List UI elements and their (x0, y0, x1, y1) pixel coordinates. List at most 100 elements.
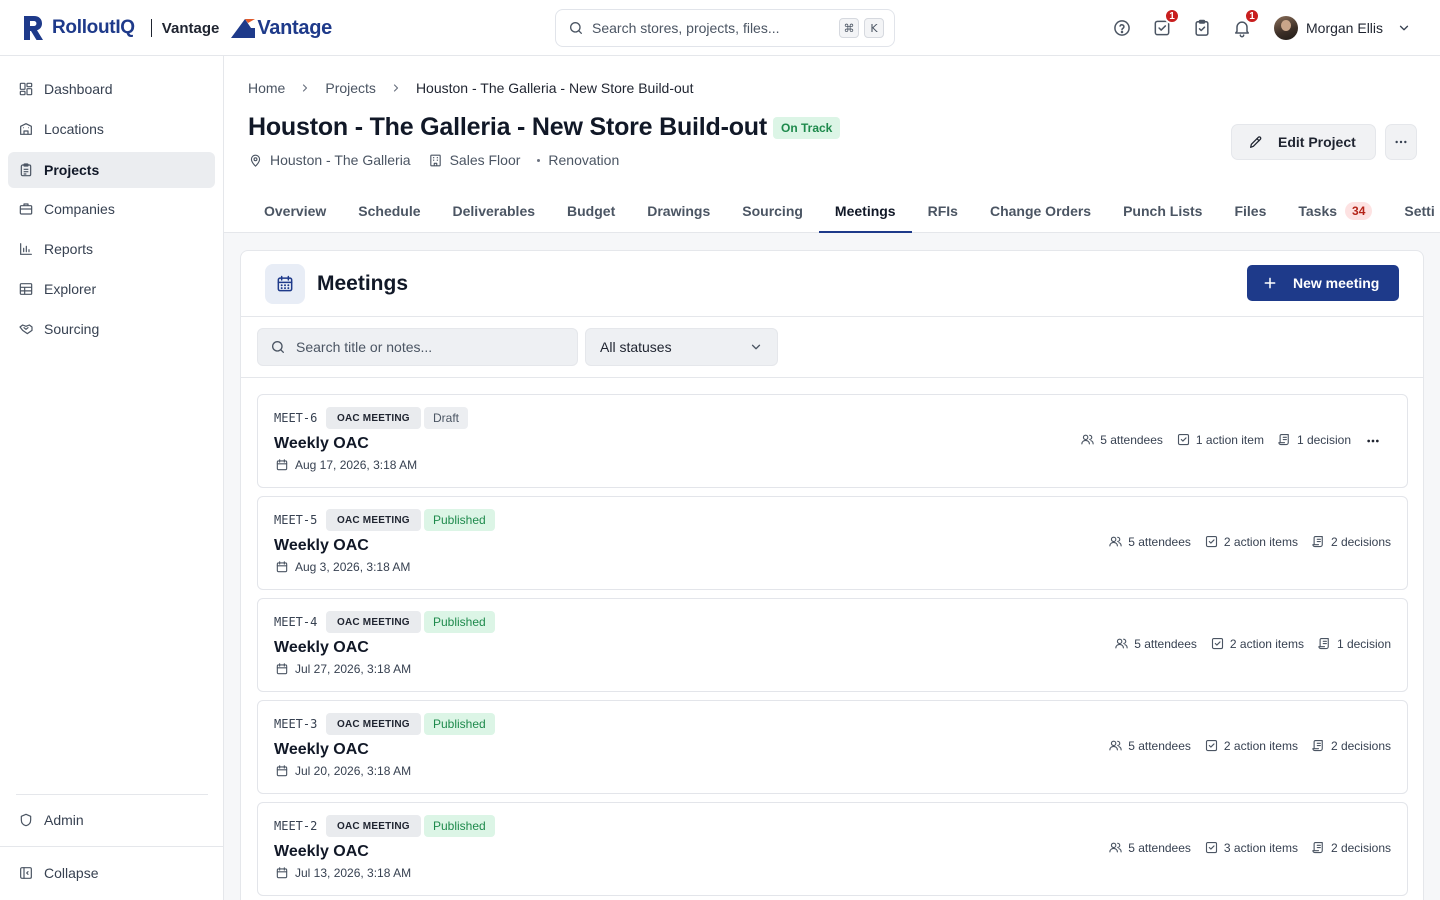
plus-icon (1264, 277, 1276, 289)
search-placeholder: Search stores, projects, files... (592, 20, 780, 36)
meeting-row[interactable]: MEET-4 OAC MEETING Published Weekly OAC … (257, 598, 1408, 692)
decisions-text: 2 decisions (1330, 840, 1391, 855)
scroll-icon (1278, 433, 1289, 446)
tab-settings[interactable]: Setti (1388, 189, 1440, 233)
meeting-title: Weekly OAC (274, 741, 369, 758)
meeting-id: MEET-2 (274, 819, 318, 833)
tab-deliverables[interactable]: Deliverables (437, 189, 552, 233)
sidebar-item-label: Admin (44, 812, 84, 828)
action-items-count: 3 action items (1204, 840, 1298, 855)
collapse-sidebar-button[interactable]: Collapse (8, 855, 215, 891)
bar-chart-icon (20, 243, 32, 255)
sidebar-item-locations[interactable]: Locations (8, 111, 215, 147)
tab-sourcing[interactable]: Sourcing (726, 189, 819, 233)
global-search-input[interactable]: Search stores, projects, files... ⌘ K (555, 9, 895, 47)
breadcrumb-projects[interactable]: Projects (325, 80, 376, 96)
tab-label: Drawings (647, 203, 711, 219)
tab-overview[interactable]: Overview (248, 189, 342, 233)
user-name: Morgan Ellis (1306, 20, 1384, 36)
tab-change-orders[interactable]: Change Orders (974, 189, 1107, 233)
action-items-count: 2 action items (1204, 534, 1298, 549)
meeting-date-text: Jul 13, 2026, 3:18 AM (295, 866, 412, 880)
status-filter-select[interactable]: All statuses (585, 328, 778, 366)
meeting-stats: 5 attendees 3 action items 2 decisions (1095, 840, 1391, 855)
meeting-stats: 5 attendees 1 action item 1 decision (1067, 432, 1351, 447)
meeting-id: MEET-6 (274, 411, 318, 425)
brand-name: RolloutIQ (52, 17, 135, 38)
help-button[interactable] (1112, 18, 1132, 38)
decisions-text: 1 decision (1296, 432, 1351, 447)
sidebar-item-reports[interactable]: Reports (8, 231, 215, 267)
more-horizontal-icon[interactable] (1364, 433, 1382, 449)
project-area: Sales Floor (428, 152, 520, 168)
tab-tasks[interactable]: Tasks 34 (1282, 189, 1388, 233)
chevron-right-icon (393, 84, 399, 92)
tab-punch-lists[interactable]: Punch Lists (1107, 189, 1218, 233)
sidebar: Dashboard Locations Projects Companies R… (0, 56, 224, 900)
sidebar-item-explorer[interactable]: Explorer (8, 271, 215, 307)
sidebar-item-companies[interactable]: Companies (8, 191, 215, 227)
new-meeting-button[interactable]: New meeting (1247, 265, 1399, 301)
tab-label: Tasks (1298, 203, 1338, 219)
tab-label: Budget (567, 203, 616, 219)
tab-label: Overview (264, 203, 327, 219)
breadcrumb-home[interactable]: Home (248, 80, 285, 96)
checkbox-icon (1205, 535, 1217, 548)
section-title: Meetings (317, 272, 409, 295)
decisions-text: 1 decision (1336, 636, 1391, 651)
search-placeholder: Search title or notes... (296, 339, 433, 355)
meeting-type-badge: OAC MEETING (326, 713, 421, 735)
tab-schedule[interactable]: Schedule (342, 189, 436, 233)
sidebar-item-label: Dashboard (44, 81, 113, 97)
sidebar-item-admin[interactable]: Admin (8, 802, 215, 838)
search-icon (272, 341, 284, 353)
sidebar-item-label: Projects (44, 162, 100, 178)
attendees-count: 5 attendees (1108, 534, 1191, 549)
sidebar-divider (16, 794, 208, 795)
tab-budget[interactable]: Budget (551, 189, 631, 233)
meeting-date: Aug 3, 2026, 3:18 AM (275, 560, 410, 574)
meeting-row[interactable]: MEET-5 OAC MEETING Published Weekly OAC … (257, 496, 1408, 590)
sidebar-item-projects[interactable]: Projects (8, 152, 215, 188)
meeting-row[interactable]: MEET-2 OAC MEETING Published Weekly OAC … (257, 802, 1408, 896)
project-more-button[interactable] (1385, 124, 1417, 160)
checkbox-icon (1211, 637, 1223, 650)
meeting-status-badge: Published (424, 713, 495, 735)
tab-label: RFIs (927, 203, 958, 219)
map-pin-icon (250, 154, 261, 167)
meeting-search-input[interactable]: Search title or notes... (257, 328, 578, 366)
tasks-button[interactable]: 1 (1152, 8, 1180, 38)
clipboard-check-icon (1195, 19, 1209, 36)
checklist-button[interactable] (1192, 18, 1212, 38)
users-icon (1081, 434, 1094, 445)
edit-project-button[interactable]: Edit Project (1231, 124, 1376, 160)
tab-label: Sourcing (742, 203, 803, 219)
meeting-type-badge: OAC MEETING (326, 407, 421, 429)
tab-drawings[interactable]: Drawings (631, 189, 726, 233)
scroll-icon (1312, 841, 1323, 854)
sidebar-item-dashboard[interactable]: Dashboard (8, 71, 215, 107)
vantage-mountain-icon (231, 19, 256, 38)
tab-meetings[interactable]: Meetings (818, 189, 912, 233)
calendar-badge (265, 264, 305, 304)
notifications-button[interactable]: 1 (1232, 8, 1260, 38)
tab-rfis[interactable]: RFIs (912, 189, 974, 233)
scroll-icon (1312, 535, 1323, 548)
action-items-text: 2 action items (1229, 636, 1304, 651)
meeting-date: Jul 27, 2026, 3:18 AM (275, 662, 411, 676)
sidebar-item-label: Sourcing (44, 321, 100, 337)
meeting-title: Weekly OAC (274, 843, 369, 860)
breadcrumb: Home Projects Houston - The Galleria - N… (248, 80, 693, 96)
action-items-count: 2 action items (1210, 636, 1304, 651)
meeting-row[interactable]: MEET-3 OAC MEETING Published Weekly OAC … (257, 700, 1408, 794)
decisions-count: 2 decisions (1311, 738, 1391, 753)
chevron-right-icon (303, 84, 308, 92)
shield-icon (20, 813, 32, 827)
meeting-stats: 5 attendees 2 action items 2 decisions (1095, 534, 1391, 549)
user-menu[interactable]: Morgan Ellis (1274, 15, 1411, 41)
brand-logo[interactable]: RolloutIQ Vantage Vantage (22, 14, 332, 42)
tab-files[interactable]: Files (1218, 189, 1282, 233)
sidebar-item-sourcing[interactable]: Sourcing (8, 311, 215, 347)
meeting-row[interactable]: MEET-6 OAC MEETING Draft Weekly OAC Aug … (257, 394, 1408, 488)
notifications-badge: 1 (1244, 8, 1260, 24)
